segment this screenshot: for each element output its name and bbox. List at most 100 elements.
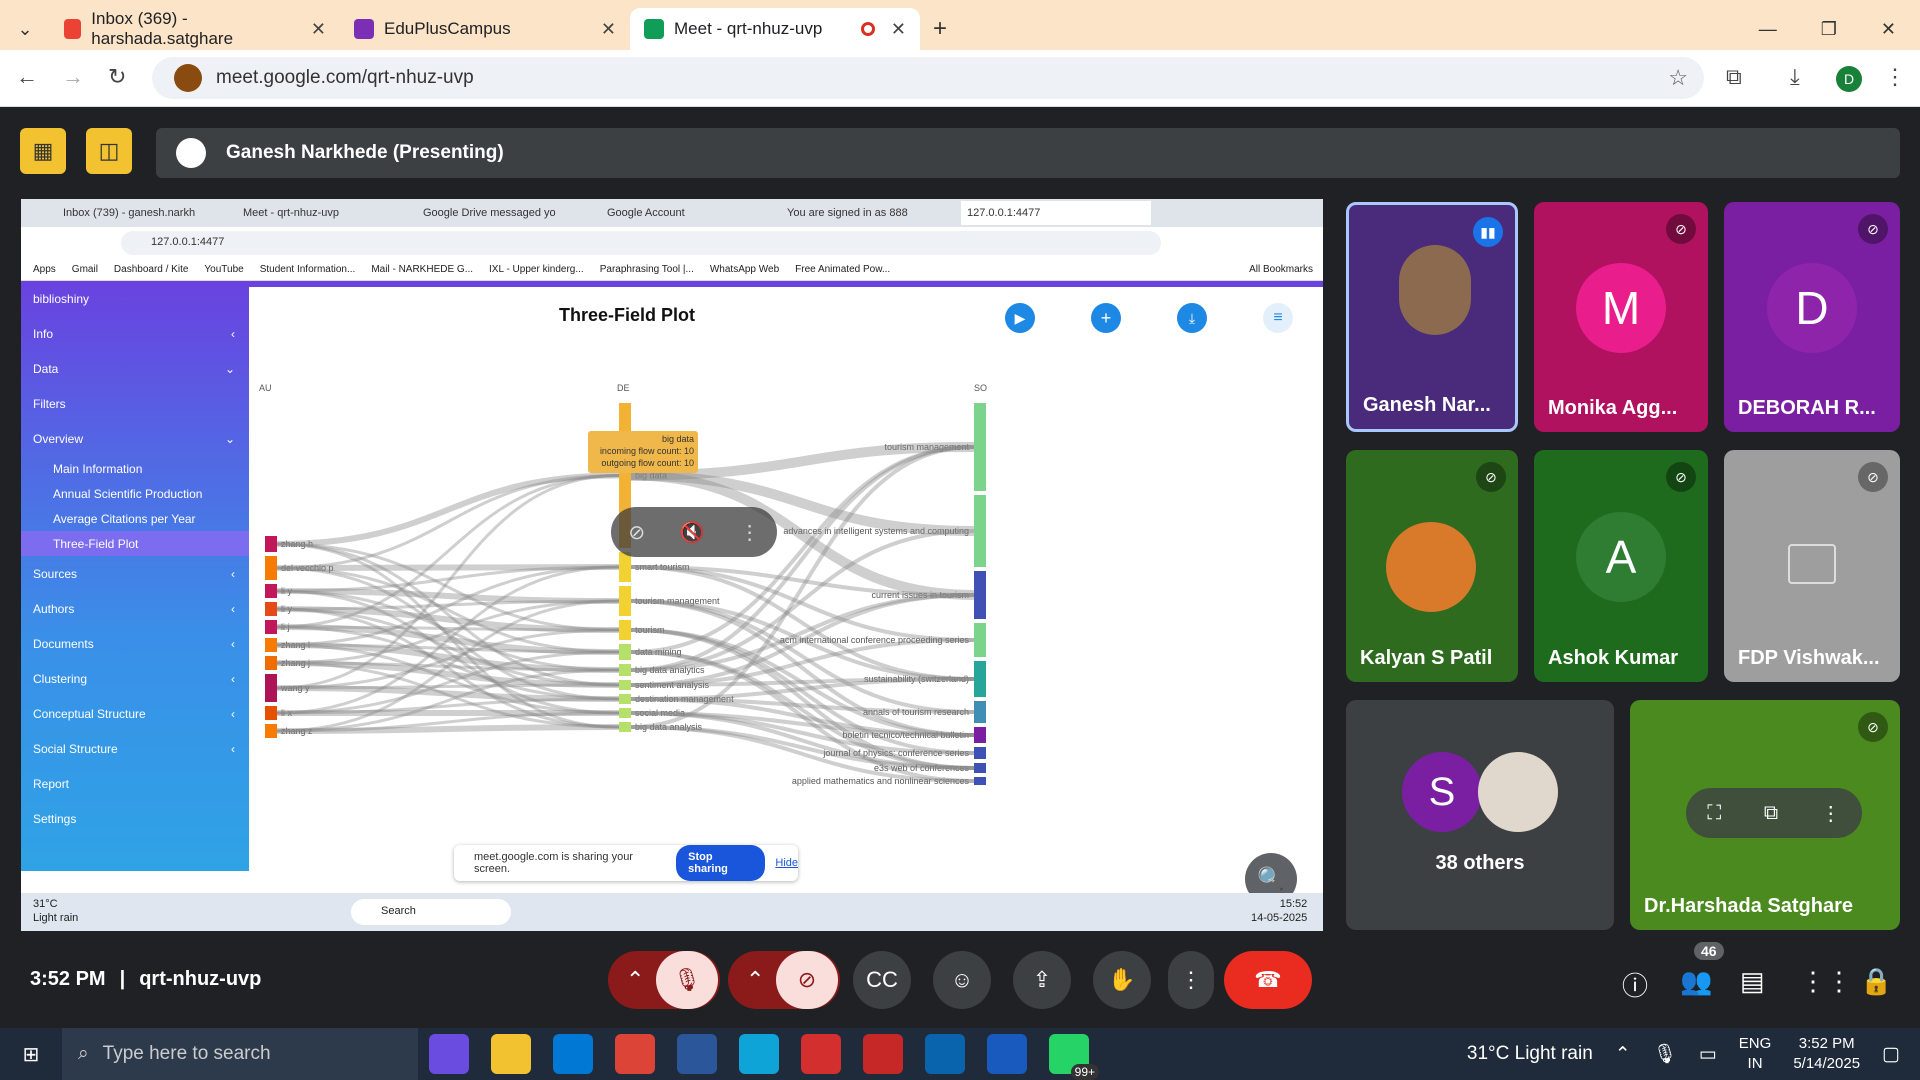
chrome-icon[interactable]	[615, 1034, 655, 1074]
close-icon[interactable]: ✕	[891, 19, 906, 40]
participant-tile-monika[interactable]: M ⊘ Monika Agg...	[1534, 202, 1708, 432]
leave-call-button[interactable]: ☎	[1224, 951, 1312, 1009]
search-icon: ⌕	[78, 1043, 89, 1064]
back-icon[interactable]: ←	[16, 64, 38, 90]
app-icon[interactable]	[677, 1034, 717, 1074]
mic-off-icon: ⊘	[1666, 214, 1696, 244]
outlook-icon[interactable]	[925, 1034, 965, 1074]
menu-info: Info ‹	[33, 326, 235, 341]
emoji-icon[interactable]: ☺	[933, 951, 991, 1009]
mute-icon: 🔇	[679, 521, 705, 544]
language-indicator[interactable]: ENG IN	[1739, 1034, 1772, 1074]
profile-avatar[interactable]: D	[1836, 66, 1862, 92]
stop-sharing-button[interactable]: Stop sharing	[676, 845, 766, 881]
participant-tile-deborah[interactable]: D ⊘ DEBORAH R...	[1724, 202, 1900, 432]
chevron-up-icon[interactable]: ⌃	[1615, 1043, 1631, 1066]
edge-icon[interactable]	[739, 1034, 779, 1074]
start-icon[interactable]: ⊞	[11, 1034, 51, 1074]
plot-tooltip: big data incoming flow count: 10 outgoing …	[588, 431, 698, 473]
shared-tab: You are signed in as 888	[787, 207, 908, 219]
minimize-icon[interactable]: —	[1759, 19, 1777, 40]
host-controls-icon[interactable]: 🔒	[1860, 966, 1892, 997]
frame-icon[interactable]: ⛶	[1707, 802, 1721, 825]
participant-tile-ganesh[interactable]: ▮▮ Ganesh Nar...	[1346, 202, 1518, 432]
close-icon[interactable]: ✕	[311, 19, 326, 40]
whatsapp-icon[interactable]: 99+	[1049, 1034, 1099, 1080]
node-de	[619, 552, 631, 582]
activities-icon[interactable]: ⋮⋮	[1800, 966, 1852, 997]
pin-off-icon: ⊘	[628, 521, 646, 544]
extensions-icon[interactable]: ⧉	[1726, 64, 1742, 90]
acrobat-icon[interactable]	[801, 1034, 841, 1074]
layout-icon[interactable]: ▦	[20, 128, 66, 174]
download-icon[interactable]: ⤓	[1790, 64, 1800, 90]
tab-title: Inbox (369) - harshada.satghare	[91, 9, 234, 48]
participant-tile-harshada[interactable]: ⛶ ⧉ ⋮ ⊘ Dr.Harshada Satghare	[1630, 700, 1900, 930]
mic-control[interactable]: ⌃ 🎙	[608, 951, 720, 1009]
participant-tile-fdp[interactable]: ⊘ FDP Vishwak...	[1724, 450, 1900, 682]
participant-initial: M	[1576, 263, 1666, 353]
submenu-item-selected: Three-Field Plot	[21, 531, 249, 556]
shared-tab: Meet - qrt-nhuz-uvp	[243, 207, 339, 219]
close-window-icon[interactable]: ✕	[1881, 19, 1896, 40]
new-tab-button[interactable]: +	[920, 8, 960, 50]
participant-tile-kalyan[interactable]: ⊘ Kalyan S Patil	[1346, 450, 1518, 682]
raise-hand-icon[interactable]: ✋	[1093, 951, 1151, 1009]
info-icon[interactable]: ⓘ	[1622, 966, 1648, 1003]
chat-icon[interactable]: ▤	[1740, 966, 1765, 997]
participant-tile-ashok[interactable]: A ⊘ Ashok Kumar	[1534, 450, 1708, 682]
node-de	[619, 722, 631, 732]
more-icon[interactable]: ⋮	[1821, 801, 1841, 826]
bookmark-star-icon[interactable]: ☆	[1668, 65, 1688, 91]
bookmarks-bar: Apps Gmail Dashboard / Kite YouTube Student …	[21, 259, 1323, 281]
close-icon[interactable]: ✕	[601, 19, 616, 40]
forward-icon[interactable]: →	[62, 64, 84, 90]
clock[interactable]: 3:52 PM 5/14/2025	[1793, 1034, 1860, 1074]
weather-widget[interactable]: 31°C Light rain	[1467, 1043, 1593, 1065]
camera-off-icon[interactable]: ⊘	[776, 951, 838, 1009]
participant-tile-others[interactable]: S 38 others	[1346, 700, 1614, 930]
browser-tab-meet[interactable]: Meet - qrt-nhuz-uvp ✕	[630, 8, 920, 50]
anydesk-icon[interactable]	[863, 1034, 903, 1074]
people-icon[interactable]: 👥	[1680, 966, 1712, 997]
node-de	[619, 694, 631, 704]
notifications-icon[interactable]: ▢	[1882, 1043, 1900, 1066]
browser-tab-gmail[interactable]: Inbox (369) - harshada.satghare ✕	[50, 8, 340, 50]
word-icon[interactable]	[987, 1034, 1027, 1074]
speaking-icon: ▮▮	[1473, 217, 1503, 247]
tab-search-icon[interactable]: ⌄	[0, 8, 50, 50]
file-explorer-icon[interactable]	[491, 1034, 531, 1074]
copilot-icon[interactable]	[429, 1034, 469, 1074]
menu-icon[interactable]: ⋮	[1884, 64, 1906, 90]
pin-icon[interactable]: ⧉	[1764, 802, 1778, 825]
browser-tab-edupluscampus[interactable]: EduPlusCampus ✕	[340, 8, 630, 50]
shared-tab: Inbox (739) - ganesh.narkh	[63, 207, 196, 219]
search-placeholder: Type here to search	[102, 1043, 271, 1064]
tile-hover-controls[interactable]: ⛶ ⧉ ⋮	[1686, 788, 1862, 838]
camera-control[interactable]: ⌃ ⊘	[728, 951, 840, 1009]
store-icon[interactable]	[553, 1034, 593, 1074]
site-mic-icon[interactable]	[174, 64, 202, 92]
mic-off-icon[interactable]: 🎙	[656, 951, 718, 1009]
more-options-icon[interactable]: ⋮	[1168, 951, 1214, 1009]
node-so	[974, 661, 986, 697]
node-so	[974, 623, 986, 657]
others-label: 38 others	[1435, 852, 1525, 874]
captions-icon[interactable]: CC	[853, 951, 911, 1009]
node-so	[974, 747, 986, 759]
more-icon: ⋮	[739, 521, 760, 544]
hide-link[interactable]: Hide	[775, 857, 798, 869]
present-icon[interactable]: ⇪	[1013, 951, 1071, 1009]
menu-overview: Overview ⌄	[33, 431, 235, 446]
reload-icon[interactable]: ↻	[108, 64, 126, 90]
menu-conceptual: Conceptual Structure ‹	[33, 706, 235, 721]
meet-icon	[644, 19, 664, 39]
taskbar-search[interactable]: ⌕ Type here to search	[62, 1028, 418, 1080]
tray-mic-icon[interactable]: 🎙	[1653, 1042, 1677, 1066]
restore-icon[interactable]: ❐	[1821, 19, 1837, 40]
pin-icon[interactable]: ◫	[86, 128, 132, 174]
battery-icon[interactable]: ▭	[1699, 1043, 1717, 1066]
menu-report: Report	[33, 776, 70, 791]
browser-tab-strip: ⌄ Inbox (369) - harshada.satghare ✕ EduP…	[0, 0, 1920, 50]
address-bar[interactable]: meet.google.com/qrt-nhuz-uvp ☆	[152, 57, 1704, 99]
